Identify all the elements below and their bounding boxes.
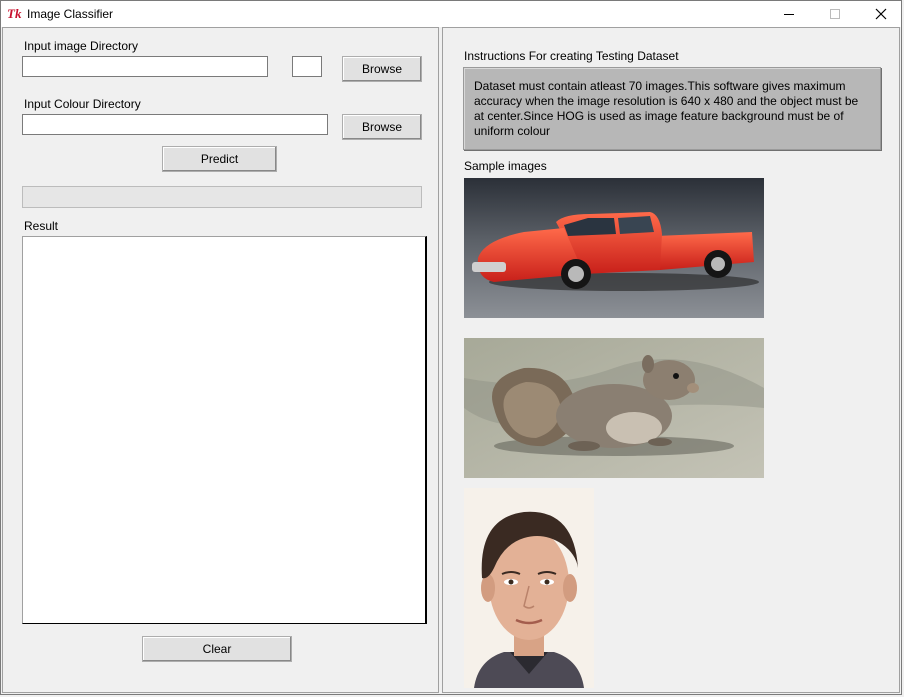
result-textarea[interactable] bbox=[22, 236, 427, 624]
input-colour-label: Input Colour Directory bbox=[24, 97, 141, 111]
input-image-field[interactable] bbox=[22, 56, 268, 77]
right-panel: Instructions For creating Testing Datase… bbox=[442, 27, 900, 693]
maximize-icon bbox=[830, 9, 840, 19]
instructions-heading: Instructions For creating Testing Datase… bbox=[464, 49, 679, 63]
result-label: Result bbox=[24, 219, 59, 233]
small-input-field[interactable] bbox=[292, 56, 322, 77]
browse-image-button[interactable]: Browse bbox=[342, 56, 422, 82]
input-image-label: Input image Directory bbox=[24, 39, 139, 53]
maximize-button[interactable] bbox=[812, 1, 858, 27]
minimize-button[interactable] bbox=[766, 1, 812, 27]
title-bar[interactable]: Tk Image Classifier bbox=[1, 1, 901, 27]
input-colour-field[interactable] bbox=[22, 114, 328, 135]
progress-bar bbox=[22, 186, 422, 208]
left-panel: Input image Directory Browse Input Colou… bbox=[2, 27, 439, 693]
sample-image-face bbox=[464, 488, 594, 688]
sample-image-truck bbox=[464, 178, 764, 318]
tk-feather-icon: Tk bbox=[7, 6, 22, 21]
browse-colour-button[interactable]: Browse bbox=[342, 114, 422, 140]
close-button[interactable] bbox=[858, 1, 904, 27]
instructions-box: Dataset must contain atleast 70 images.T… bbox=[463, 67, 881, 150]
sample-image-squirrel bbox=[464, 338, 764, 478]
predict-button[interactable]: Predict bbox=[162, 146, 277, 172]
window-title: Image Classifier bbox=[27, 7, 114, 21]
clear-button[interactable]: Clear bbox=[142, 636, 292, 662]
sample-images-label: Sample images bbox=[464, 159, 547, 173]
instructions-text: Dataset must contain atleast 70 images.T… bbox=[474, 79, 859, 138]
minimize-icon bbox=[784, 14, 794, 15]
close-icon bbox=[875, 8, 887, 20]
